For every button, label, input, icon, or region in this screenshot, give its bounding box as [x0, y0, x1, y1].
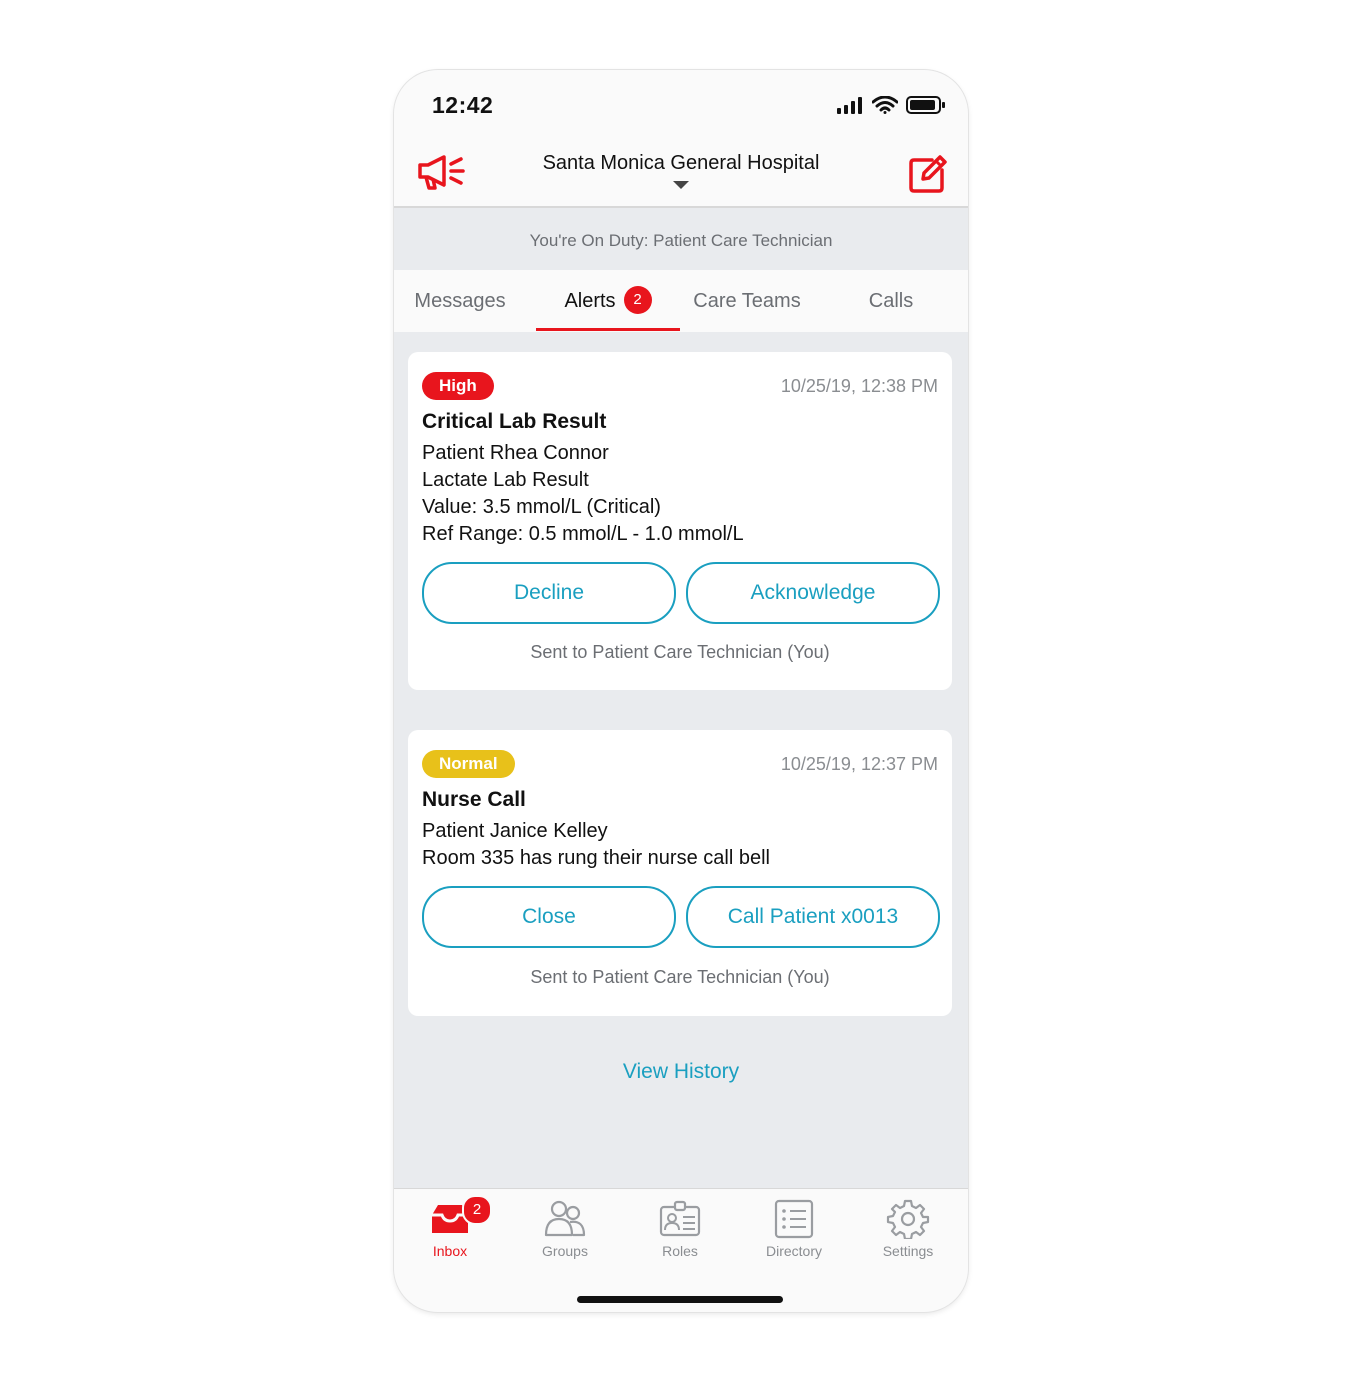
- acknowledge-button[interactable]: Acknowledge: [686, 562, 940, 624]
- sent-to-label: Sent to Patient Care Technician (You): [530, 967, 830, 987]
- alert-title: Critical Lab Result: [422, 410, 607, 433]
- tab-bar: Messages Alerts 2 Care Teams Calls: [394, 270, 968, 332]
- tab-label: Calls: [868, 290, 914, 312]
- inbox-count-badge: 2: [462, 1195, 492, 1225]
- tab-label: Messages: [414, 290, 506, 312]
- tab-calls[interactable]: Calls: [834, 270, 948, 332]
- active-tab-indicator: [536, 328, 680, 331]
- tab-alerts[interactable]: Alerts 2: [536, 270, 680, 332]
- alert-detail-line: Ref Range: 0.5 mmol/L - 1.0 mmol/L: [422, 523, 744, 545]
- alert-detail-line: Value: 3.5 mmol/L (Critical): [422, 496, 661, 518]
- alert-card: Normal 10/25/19, 12:37 PM Nurse Call Pat…: [408, 730, 952, 1016]
- nav-settings[interactable]: Settings: [858, 1199, 958, 1259]
- settings-icon: [886, 1199, 930, 1239]
- wifi-icon: [872, 96, 898, 114]
- alerts-count-badge: 2: [623, 285, 652, 314]
- nav-roles[interactable]: Roles: [630, 1199, 730, 1259]
- alert-title: Nurse Call: [422, 788, 526, 811]
- call-patient-button[interactable]: Call Patient x0013: [686, 886, 940, 948]
- view-history-link[interactable]: View History: [394, 1060, 968, 1084]
- cellular-signal-icon: [837, 97, 862, 114]
- nav-label: Groups: [542, 1243, 588, 1259]
- alert-detail-line: Patient Rhea Connor: [422, 442, 609, 464]
- chevron-down-icon[interactable]: [673, 181, 689, 189]
- priority-badge: Normal: [422, 750, 515, 778]
- alert-detail-line: Lactate Lab Result: [422, 469, 589, 491]
- nav-label: Inbox: [432, 1243, 468, 1259]
- hospital-selector[interactable]: Santa Monica General Hospital: [394, 152, 968, 175]
- tab-care-teams[interactable]: Care Teams: [680, 270, 814, 332]
- groups-icon: [544, 1200, 586, 1237]
- nav-label: Directory: [765, 1243, 822, 1259]
- nav-label: Settings: [882, 1243, 934, 1259]
- close-button[interactable]: Close: [422, 886, 676, 948]
- phone-screen: 12:42 Santa Monica General Hospital You'…: [394, 70, 968, 1312]
- alert-detail-line: Patient Janice Kelley: [422, 820, 608, 842]
- tab-label: Care Teams: [693, 290, 801, 312]
- sent-to-label: Sent to Patient Care Technician (You): [530, 642, 830, 662]
- priority-badge: High: [422, 372, 494, 400]
- app-header: Santa Monica General Hospital: [394, 142, 968, 208]
- directory-icon: [774, 1199, 814, 1239]
- home-indicator[interactable]: [577, 1296, 783, 1303]
- tab-label: Alerts: [564, 290, 616, 312]
- alert-timestamp: 10/25/19, 12:37 PM: [780, 754, 938, 774]
- roles-icon: [659, 1200, 701, 1237]
- nav-directory[interactable]: Directory: [744, 1199, 844, 1259]
- battery-icon: [906, 96, 945, 114]
- decline-button[interactable]: Decline: [422, 562, 676, 624]
- duty-banner: You're On Duty: Patient Care Technician: [394, 208, 968, 270]
- nav-label: Roles: [662, 1243, 698, 1259]
- alert-detail-line: Room 335 has rung their nurse call bell: [422, 847, 770, 869]
- bottom-nav: 2 Inbox Groups Roles Directory Settings: [394, 1188, 968, 1312]
- status-time: 12:42: [432, 92, 494, 118]
- alert-timestamp: 10/25/19, 12:38 PM: [780, 376, 938, 396]
- alert-card: High 10/25/19, 12:38 PM Critical Lab Res…: [408, 352, 952, 690]
- nav-inbox[interactable]: 2 Inbox: [400, 1195, 500, 1259]
- alert-details: Patient Rhea Connor Lactate Lab Result V…: [422, 440, 744, 548]
- compose-icon[interactable]: [906, 152, 948, 194]
- tab-messages[interactable]: Messages: [394, 270, 526, 332]
- alert-details: Patient Janice Kelley Room 335 has rung …: [422, 818, 770, 872]
- nav-groups[interactable]: Groups: [515, 1199, 615, 1259]
- status-icons: [836, 96, 946, 114]
- status-bar: 12:42: [394, 70, 968, 142]
